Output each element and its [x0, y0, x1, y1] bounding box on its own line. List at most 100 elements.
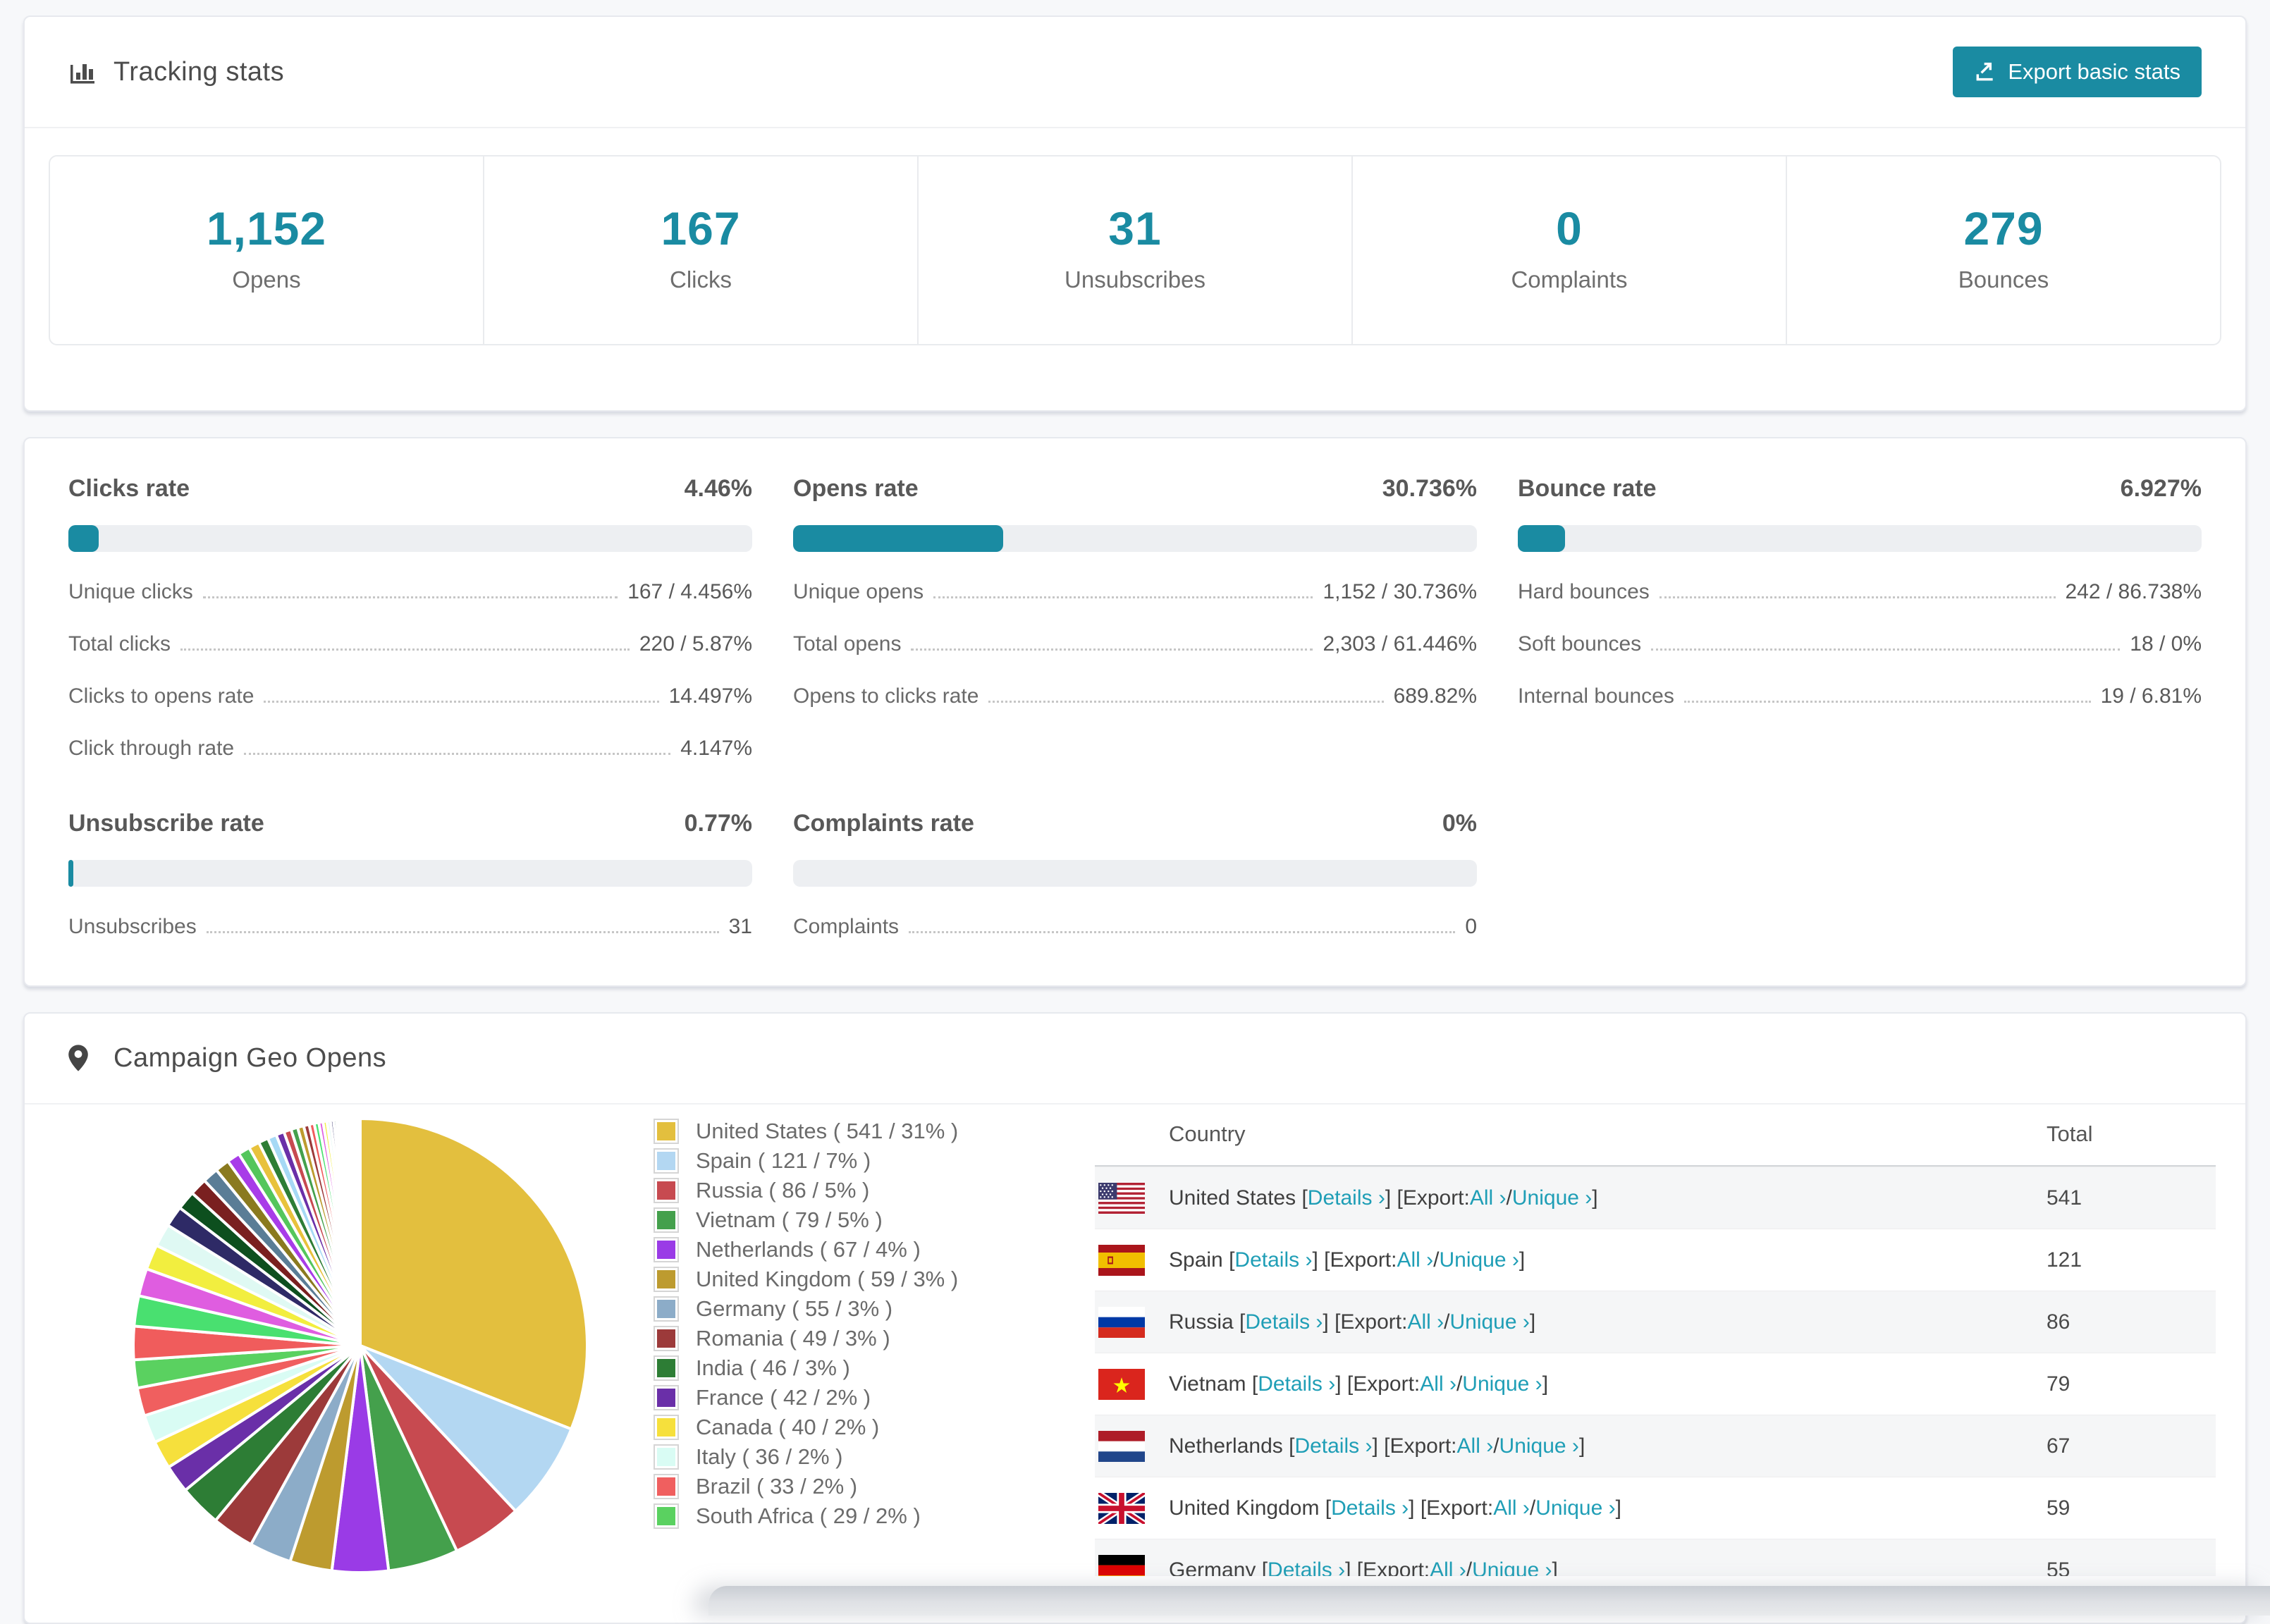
- rate-detail-value: 18 / 0%: [2130, 632, 2202, 656]
- rate-detail-row: Opens to clicks rate 689.82%: [793, 684, 1477, 708]
- unsubscribe-rate-section: Unsubscribe rate 0.77% Unsubscribes 31: [68, 810, 752, 939]
- geo-content: United States ( 541 / 31% ) Spain ( 121 /…: [25, 1105, 2245, 1578]
- legend-item: United States ( 541 / 31% ): [654, 1119, 990, 1144]
- gb-flag-icon: [1098, 1492, 1145, 1524]
- export-all-link[interactable]: All ›: [1407, 1310, 1444, 1334]
- rate-percentage: 6.927%: [2120, 475, 2202, 502]
- details-link[interactable]: Details ›: [1294, 1434, 1372, 1458]
- rate-title: Complaints rate: [793, 810, 974, 837]
- dotted-leader: [244, 753, 671, 755]
- rate-percentage: 0.77%: [684, 810, 752, 837]
- export-basic-stats-button[interactable]: Export basic stats: [1953, 47, 2202, 97]
- rate-detail-value: 31: [728, 915, 752, 938]
- export-unique-link[interactable]: Unique ›: [1472, 1558, 1552, 1577]
- rate-progress-bar: [68, 525, 752, 552]
- legend-label: Netherlands ( 67 / 4% ): [696, 1237, 921, 1262]
- country-cell: Netherlands [Details ›] [Export: All › /…: [1098, 1430, 2047, 1462]
- rate-detail-value: 167 / 4.456%: [627, 580, 752, 603]
- rate-detail-row: Soft bounces 18 / 0%: [1518, 632, 2202, 656]
- rate-detail-value: 1,152 / 30.736%: [1323, 580, 1477, 603]
- rate-title: Bounce rate: [1518, 475, 1657, 502]
- table-row-de: Germany [Details ›] [Export: All › / Uni…: [1095, 1539, 2216, 1576]
- details-link[interactable]: Details ›: [1258, 1372, 1335, 1396]
- legend-item: Russia ( 86 / 5% ): [654, 1178, 990, 1203]
- total-cell: 67: [2047, 1434, 2070, 1458]
- geo-table-body: United States [Details ›] [Export: All ›…: [1095, 1167, 2216, 1576]
- rate-detail-value: 242 / 86.738%: [2065, 580, 2202, 603]
- export-all-link[interactable]: All ›: [1397, 1248, 1433, 1272]
- table-row-us: United States [Details ›] [Export: All ›…: [1095, 1167, 2216, 1229]
- export-unique-link[interactable]: Unique ›: [1535, 1496, 1615, 1520]
- table-row-nl: Netherlands [Details ›] [Export: All › /…: [1095, 1415, 2216, 1477]
- dotted-leader: [180, 648, 630, 651]
- legend-color-chip: [654, 1237, 679, 1262]
- export-all-link[interactable]: All ›: [1457, 1434, 1494, 1458]
- country-cell: United Kingdom [Details ›] [Export: All …: [1098, 1492, 2047, 1524]
- export-unique-link[interactable]: Unique ›: [1512, 1186, 1592, 1210]
- geo-table-header: Country Total: [1095, 1113, 2216, 1167]
- legend-label: United States ( 541 / 31% ): [696, 1119, 959, 1143]
- es-flag-icon: [1098, 1244, 1145, 1276]
- rate-detail-label: Internal bounces: [1518, 684, 1674, 708]
- legend-label: South Africa ( 29 / 2% ): [696, 1503, 921, 1528]
- table-row-vn: Vietnam [Details ›] [Export: All › / Uni…: [1095, 1353, 2216, 1415]
- rate-detail-label: Total clicks: [68, 632, 171, 656]
- export-unique-link[interactable]: Unique ›: [1440, 1248, 1519, 1272]
- legend-item: United Kingdom ( 59 / 3% ): [654, 1267, 990, 1292]
- export-unique-link[interactable]: Unique ›: [1499, 1434, 1579, 1458]
- export-unique-link[interactable]: Unique ›: [1449, 1310, 1529, 1334]
- dotted-leader: [933, 596, 1313, 598]
- rate-progress-fill: [1518, 525, 1566, 552]
- details-link[interactable]: Details ›: [1331, 1496, 1409, 1520]
- export-all-link[interactable]: All ›: [1430, 1558, 1466, 1577]
- legend-color-chip: [654, 1415, 679, 1440]
- export-all-link[interactable]: All ›: [1493, 1496, 1530, 1520]
- country-cell: Spain [Details ›] [Export: All › / Uniqu…: [1098, 1244, 2047, 1276]
- rate-detail-row: Unique clicks 167 / 4.456%: [68, 580, 752, 604]
- dotted-leader: [206, 931, 719, 933]
- rate-detail-row: Complaints 0: [793, 915, 1477, 939]
- geo-legend: United States ( 541 / 31% ) Spain ( 121 /…: [654, 1113, 990, 1578]
- tracking-stats-card: Tracking stats Export basic stats 1,152 O…: [23, 16, 2247, 412]
- details-link[interactable]: Details ›: [1308, 1186, 1385, 1210]
- details-link[interactable]: Details ›: [1268, 1558, 1345, 1577]
- legend-item: Netherlands ( 67 / 4% ): [654, 1237, 990, 1262]
- tracking-stats-header: Tracking stats Export basic stats: [25, 17, 2245, 128]
- legend-label: Brazil ( 33 / 2% ): [696, 1474, 858, 1499]
- nl-flag-icon: [1098, 1430, 1145, 1462]
- rate-detail-value: 2,303 / 61.446%: [1323, 632, 1477, 656]
- rate-percentage: 4.46%: [684, 475, 752, 502]
- rates-grid: Clicks rate 4.46% Unique clicks 167 / 4.456…: [68, 475, 2202, 939]
- rate-detail-value: 19 / 6.81%: [2100, 684, 2202, 708]
- export-all-link[interactable]: All ›: [1420, 1372, 1456, 1396]
- export-all-link[interactable]: All ›: [1470, 1186, 1507, 1210]
- legend-item: Brazil ( 33 / 2% ): [654, 1474, 990, 1499]
- legend-color-chip: [654, 1355, 679, 1381]
- country-column-header: Country: [1169, 1121, 1246, 1146]
- country-cell: Vietnam [Details ›] [Export: All › / Uni…: [1098, 1368, 2047, 1400]
- legend-color-chip: [654, 1178, 679, 1203]
- rate-percentage: 30.736%: [1382, 475, 1477, 502]
- page-title: Tracking stats: [114, 56, 285, 87]
- dotted-leader: [1651, 648, 2121, 651]
- rate-detail-label: Click through rate: [68, 737, 235, 760]
- dotted-leader: [988, 701, 1384, 703]
- rate-title: Opens rate: [793, 475, 919, 502]
- legend-label: India ( 46 / 3% ): [696, 1355, 850, 1380]
- legend-color-chip: [654, 1474, 679, 1499]
- bar-chart-icon: [68, 58, 97, 86]
- export-unique-link[interactable]: Unique ›: [1462, 1372, 1542, 1396]
- details-link[interactable]: Details ›: [1234, 1248, 1312, 1272]
- legend-color-chip: [654, 1326, 679, 1351]
- country-cell: United States [Details ›] [Export: All ›…: [1098, 1182, 2047, 1214]
- rate-detail-row: Click through rate 4.147%: [68, 737, 752, 761]
- stat-cell-bounces: 279 Bounces: [1787, 156, 2220, 344]
- stats-row: 1,152 Opens 167 Clicks 31 Unsubscribes 0 Compla…: [49, 155, 2221, 345]
- total-column-header: Total: [2047, 1121, 2093, 1146]
- details-link[interactable]: Details ›: [1245, 1310, 1323, 1334]
- rate-detail-label: Hard bounces: [1518, 580, 1650, 603]
- legend-color-chip: [654, 1444, 679, 1470]
- legend-label: Italy ( 36 / 2% ): [696, 1444, 843, 1469]
- dotted-leader: [1659, 596, 2056, 598]
- rate-detail-row: Clicks to opens rate 14.497%: [68, 684, 752, 708]
